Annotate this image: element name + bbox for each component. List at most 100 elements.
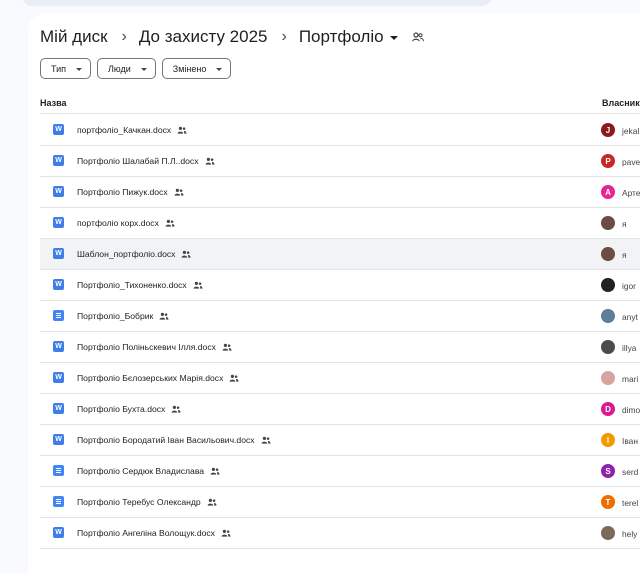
google-doc-icon [53,496,64,507]
shared-people-icon [205,157,215,165]
owner-name: pave [622,157,640,167]
shared-people-icon [181,250,191,258]
owner-avatar: T [601,495,615,509]
file-row[interactable]: W Портфоліо Поліньскевич Ілля.docx illya [40,332,640,363]
file-name-cell[interactable]: Шаблон_портфоліо.docx [77,249,191,259]
file-name: Портфоліо Бєлозерських Марія.docx [77,373,224,383]
owner-name: я [622,250,627,260]
breadcrumb: Мій диск › До захисту 2025 › Портфоліо [40,26,424,48]
file-name: Портфоліо Бухта.docx [77,404,166,414]
file-row[interactable]: W Портфоліо Бухта.docx Ddimo [40,394,640,425]
file-row[interactable]: W Портфоліо Бєлозерських Марія.docx mari [40,363,640,394]
file-name-cell[interactable]: Портфоліо Бухта.docx [77,404,181,414]
word-file-icon: W [53,124,64,135]
shared-people-icon [261,436,271,444]
owner-avatar: І [601,433,615,447]
caret-down-icon [76,68,83,71]
file-row[interactable]: Wпортфоліо корх.docx я [40,208,640,239]
file-name-cell[interactable]: Портфоліо Ангеліна Волощук.docx [77,528,231,538]
file-list-panel: Мій диск › До захисту 2025 › Портфоліо Т… [28,14,640,574]
file-name: Портфоліо Пижук.docx [77,187,168,197]
owner-name: anyt [622,312,638,322]
word-file-icon: W [53,372,64,383]
file-name: портфоліо корх.docx [77,218,159,228]
file-name-cell[interactable]: Портфоліо_Тихоненко.docx [77,280,203,290]
file-row[interactable]: Портфоліо Сердюк Владислава Sserd [40,456,640,487]
owner-avatar [601,278,615,292]
word-file-icon: W [53,217,64,228]
top-bar [22,0,492,6]
file-list: Wпортфоліо_Качкан.docx Jjekal W Портфоліо Ш… [40,115,640,549]
breadcrumb-parent[interactable]: До захисту 2025 [139,27,268,47]
column-header-name[interactable]: Назва [40,98,67,108]
file-name-cell[interactable]: Портфоліо Сердюк Владислава [77,466,220,476]
file-name: Портфоліо Шалабай П.Л..docx [77,156,199,166]
file-row[interactable]: W Шаблон_портфоліо.docx я [40,239,640,270]
shared-people-icon [165,219,175,227]
owner-avatar [601,371,615,385]
filter-modified-chip[interactable]: Змінено [161,58,232,79]
file-name-cell[interactable]: Портфоліо Пижук.docx [77,187,184,197]
filter-type-chip[interactable]: Тип [40,58,92,79]
file-name-cell[interactable]: Портфоліо Теребус Олександр [77,497,217,507]
file-name: Портфоліо Сердюк Владислава [77,466,205,476]
owner-avatar [601,340,615,354]
file-row[interactable]: W Портфоліо_Тихоненко.docx igor [40,270,640,301]
column-header-owner[interactable]: Власник [602,98,640,108]
file-row[interactable]: W Портфоліо Бородатий Іван Васильович.doc… [40,425,640,456]
shared-people-icon [229,374,239,382]
file-name-cell[interactable]: Портфоліо Поліньскевич Ілля.docx [77,342,232,352]
file-name-cell[interactable]: Портфоліо Бєлозерських Марія.docx [77,373,239,383]
caret-down-icon [140,68,147,71]
file-row[interactable]: W Портфоліо Пижук.docx А Арте [40,177,640,208]
file-row[interactable]: Портфоліо Теребус Олександр Tterel [40,487,640,518]
file-name-cell[interactable]: Портфоліо_Бобрик [77,311,169,321]
shared-people-icon [210,467,220,475]
file-row[interactable]: W Портфоліо Ангеліна Волощук.docx hely [40,518,640,549]
owner-avatar [601,309,615,323]
owner-avatar: P [601,154,615,168]
table-header: Назва Власник [40,92,640,114]
word-file-icon: W [53,186,64,197]
owner-avatar: J [601,123,615,137]
shared-people-icon [193,281,203,289]
owner-avatar [601,247,615,261]
filter-type-label: Тип [51,63,67,74]
caret-down-icon [389,36,398,40]
file-name-cell[interactable]: Портфоліо Шалабай П.Л..docx [77,156,215,166]
shared-people-icon [174,188,184,196]
owner-avatar: S [601,464,615,478]
breadcrumb-root[interactable]: Мій диск [40,27,108,47]
owner-name: Арте [622,188,640,198]
owner-name: я [622,219,627,229]
shared-folder-icon[interactable] [411,32,424,42]
file-name: Портфоліо_Тихоненко.docx [77,280,187,290]
owner-name: Іван [622,436,638,446]
shared-people-icon [159,312,169,320]
owner-name: hely [622,529,638,539]
owner-avatar [601,526,615,540]
file-name: Портфоліо Бородатий Іван Васильович.docx [77,435,255,445]
file-name-cell[interactable]: портфоліо_Качкан.docx [77,125,187,135]
file-name-cell[interactable]: Портфоліо Бородатий Іван Васильович.docx [77,435,271,445]
filter-people-chip[interactable]: Люди [97,58,156,79]
file-name-cell[interactable]: портфоліо корх.docx [77,218,175,228]
file-row[interactable]: W Портфоліо Шалабай П.Л..docx Ppave [40,146,640,177]
owner-name: terel [622,498,639,508]
filter-people-label: Люди [108,63,131,74]
file-name: портфоліо_Качкан.docx [77,125,172,135]
file-row[interactable]: Wпортфоліо_Качкан.docx Jjekal [40,115,640,146]
file-row[interactable]: Портфоліо_Бобрик anyt [40,301,640,332]
breadcrumb-current-folder[interactable]: Портфоліо [299,27,398,47]
word-file-icon: W [53,248,64,259]
word-file-icon: W [53,279,64,290]
word-file-icon: W [53,527,64,538]
owner-avatar: D [601,402,615,416]
shared-people-icon [207,498,217,506]
file-name: Портфоліо_Бобрик [77,311,154,321]
google-doc-icon [53,310,64,321]
shared-people-icon [177,126,187,134]
filter-bar: Тип Люди Змінено [40,58,232,79]
word-file-icon: W [53,403,64,414]
chevron-right-icon: › [121,28,127,45]
